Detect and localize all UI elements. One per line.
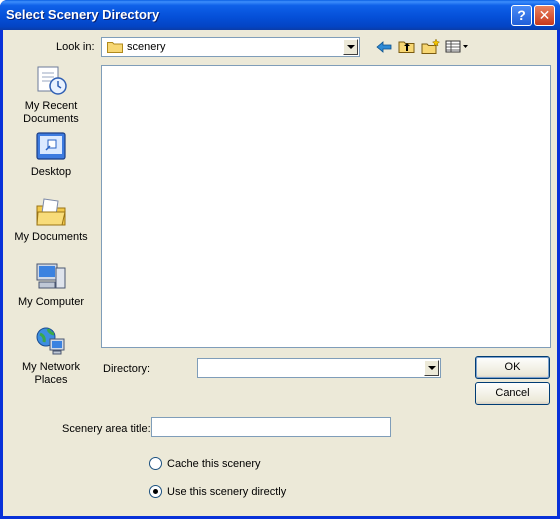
place-label-line1: My Documents [14, 231, 88, 243]
back-arrow-icon[interactable] [373, 37, 395, 57]
close-button[interactable]: ✕ [534, 5, 555, 26]
use-scenery-directly-label[interactable]: Use this scenery directly [167, 486, 286, 498]
my-computer-icon [34, 260, 68, 294]
title-bar[interactable]: Select Scenery Directory ? ✕ [0, 0, 560, 30]
views-menu-icon[interactable] [444, 37, 470, 57]
place-desktop[interactable]: Desktop [3, 130, 99, 179]
scenery-title-input[interactable] [151, 417, 391, 437]
scenery-title-label: Scenery area title: [62, 423, 151, 435]
new-folder-icon[interactable] [420, 37, 442, 57]
place-my-network-places[interactable]: My Network Places [3, 325, 99, 387]
recent-documents-icon [34, 64, 68, 98]
place-my-recent-documents[interactable]: My Recent Documents [3, 64, 99, 126]
place-label-line1: Desktop [30, 166, 72, 178]
use-scenery-directly-radio[interactable] [149, 485, 162, 498]
network-places-icon [34, 325, 68, 359]
dialog-client-area: Look in: scenery My Recent Documents Des… [3, 30, 557, 516]
places-bar: My Recent Documents Desktop My Documents [3, 64, 99, 394]
ok-button[interactable]: OK [475, 356, 550, 379]
my-documents-icon [34, 195, 68, 229]
cancel-button[interactable]: Cancel [475, 382, 550, 405]
look-in-label: Look in: [56, 41, 95, 53]
help-button[interactable]: ? [511, 5, 532, 26]
chevron-down-icon[interactable] [343, 39, 358, 55]
directory-combobox[interactable] [197, 358, 441, 378]
look-in-dropdown[interactable]: scenery [101, 37, 360, 57]
directory-label: Directory: [103, 363, 151, 375]
place-label-line2: Places [34, 374, 68, 386]
place-label-line1: My Recent [24, 100, 78, 112]
place-my-documents[interactable]: My Documents [3, 195, 99, 244]
desktop-icon [34, 130, 68, 164]
file-list-view[interactable] [101, 65, 551, 348]
up-folder-icon[interactable] [396, 37, 418, 57]
place-my-computer[interactable]: My Computer [3, 260, 99, 309]
cache-scenery-radio[interactable] [149, 457, 162, 470]
place-label-line1: My Computer [17, 296, 85, 308]
folder-icon [107, 41, 123, 53]
place-label-line1: My Network [21, 361, 81, 373]
chevron-down-icon[interactable] [424, 360, 439, 376]
window-title: Select Scenery Directory [6, 7, 160, 22]
cache-scenery-label[interactable]: Cache this scenery [167, 458, 261, 470]
look-in-value: scenery [127, 41, 166, 53]
dialog-window: Select Scenery Directory ? ✕ Look in: sc… [0, 0, 560, 519]
place-label-line2: Documents [23, 113, 79, 125]
